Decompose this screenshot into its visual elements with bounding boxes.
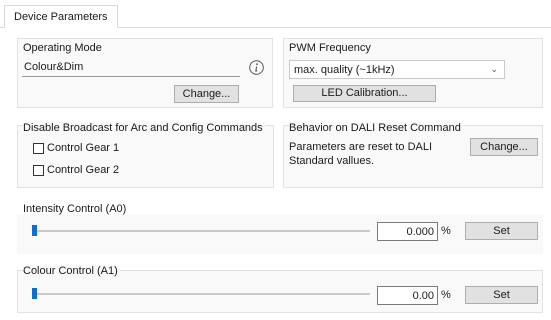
dali-reset-change-button[interactable]: Change... <box>470 138 538 156</box>
control-gear-2-label: Control Gear 2 <box>47 164 120 176</box>
colour-slider-thumb[interactable] <box>32 288 37 299</box>
colour-slider-track[interactable] <box>32 293 370 295</box>
dali-reset-text-line2: Standard vallues. <box>289 155 374 167</box>
pwm-frequency-select[interactable]: max. quality (~1kHz) ⌄ <box>289 60 505 79</box>
control-gear-1-label: Control Gear 1 <box>47 142 120 154</box>
intensity-slider-track[interactable] <box>32 230 370 232</box>
operating-mode-value: Colour&Dim <box>24 61 84 73</box>
intensity-set-button[interactable]: Set <box>465 222 538 240</box>
intensity-value-input[interactable]: 0.000 <box>377 222 438 241</box>
intensity-value: 0.000 <box>406 226 434 238</box>
operating-mode-change-button[interactable]: Change... <box>174 85 239 103</box>
operating-mode-title: Operating Mode <box>23 42 102 54</box>
intensity-slider-thumb[interactable] <box>32 225 37 236</box>
disable-broadcast-title: Disable Broadcast for Arc and Config Com… <box>23 122 265 134</box>
colour-value-input[interactable]: 0.00 <box>377 286 438 305</box>
tab-bar: Device Parameters <box>0 0 551 28</box>
tab-device-parameters[interactable]: Device Parameters <box>4 5 118 28</box>
pwm-frequency-selected: max. quality (~1kHz) <box>294 64 395 76</box>
colour-set-button[interactable]: Set <box>465 286 538 304</box>
disable-broadcast-group <box>17 125 274 188</box>
info-icon[interactable] <box>249 60 264 75</box>
dali-reset-title: Behavior on DALI Reset Command <box>289 122 463 134</box>
led-calibration-button[interactable]: LED Calibration... <box>293 85 436 102</box>
intensity-unit: % <box>441 225 451 237</box>
control-gear-2-checkbox[interactable] <box>33 165 44 176</box>
colour-unit: % <box>441 289 451 301</box>
control-gear-1-checkbox[interactable] <box>33 143 44 154</box>
colour-value: 0.00 <box>412 290 434 302</box>
chevron-down-icon: ⌄ <box>490 64 498 74</box>
pwm-frequency-title: PWM Frequency <box>289 42 371 54</box>
intensity-control-title: Intensity Control (A0) <box>23 203 127 215</box>
colour-control-title: Colour Control (A1) <box>23 265 120 277</box>
dali-reset-text-line1: Parameters are reset to DALI <box>289 141 433 153</box>
operating-mode-field: Colour&Dim <box>22 59 240 77</box>
